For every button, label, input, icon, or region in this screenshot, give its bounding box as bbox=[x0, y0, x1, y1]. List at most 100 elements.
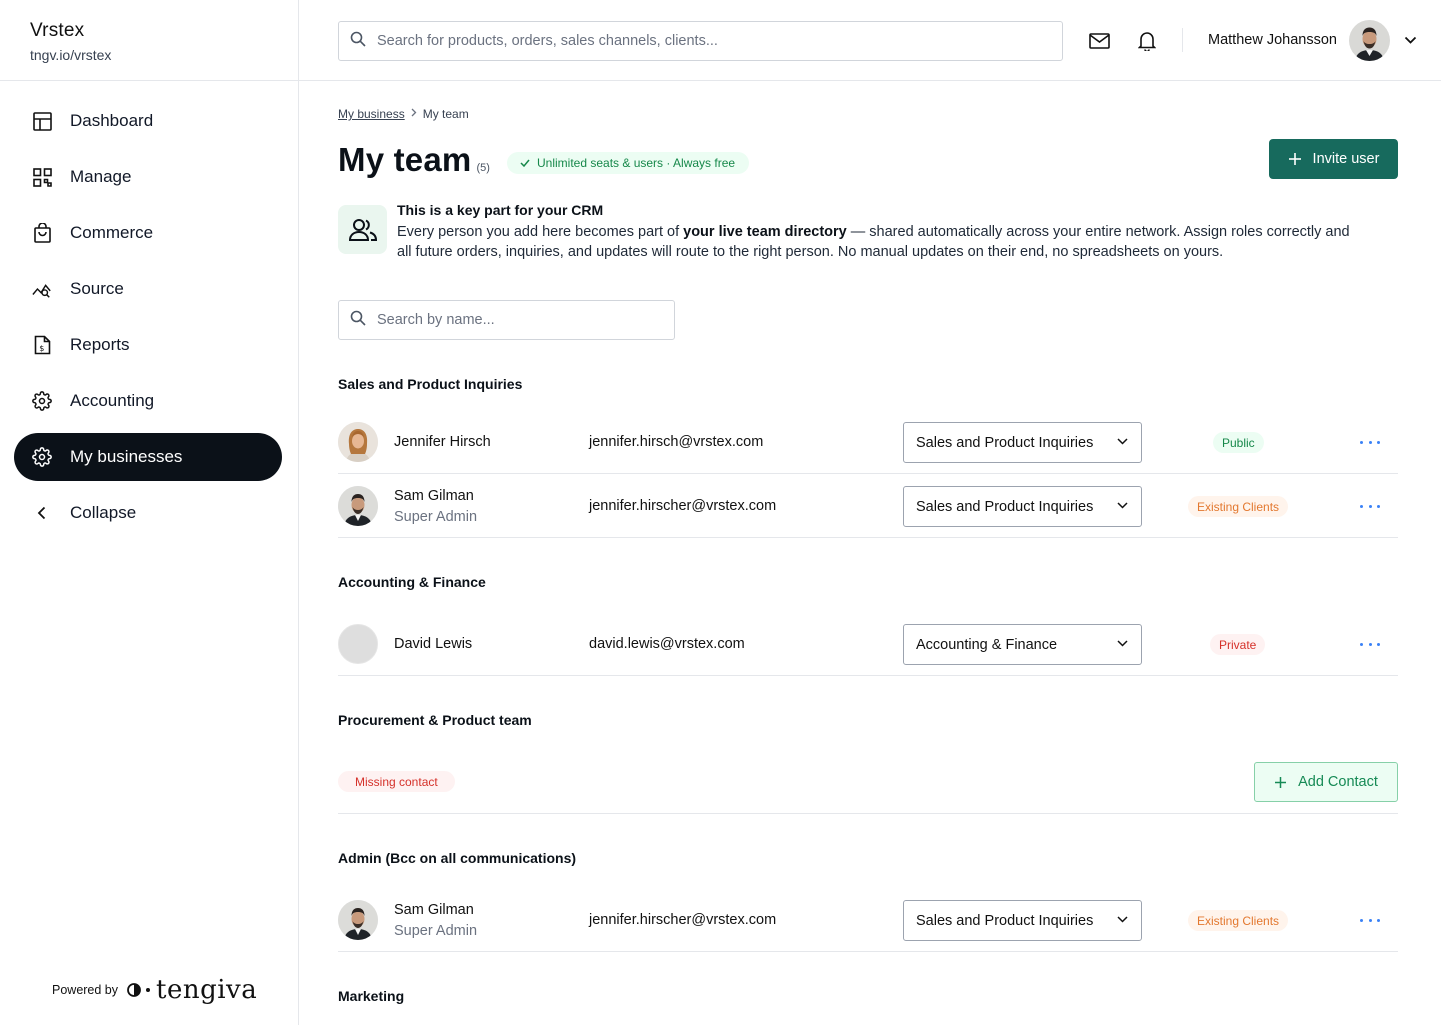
global-search[interactable] bbox=[338, 21, 1063, 61]
sidebar-item-commerce[interactable]: Commerce bbox=[14, 209, 282, 257]
top-bar: Matthew Johansson bbox=[299, 0, 1441, 81]
procurement-row: Missing contact Add Contact bbox=[338, 748, 1398, 814]
sidebar-item-reports[interactable]: $ Reports bbox=[14, 321, 282, 369]
team-row: Sam Gilman Super Admin jennifer.hirscher… bbox=[338, 474, 1398, 538]
brand-url: tngv.io/vrstex bbox=[30, 47, 112, 63]
visibility-badge: Existing Clients bbox=[1188, 910, 1289, 931]
department-select[interactable]: Sales and Product Inquiries bbox=[903, 422, 1142, 463]
sidebar-item-label: Commerce bbox=[70, 223, 154, 242]
sidebar-item-source[interactable]: Source bbox=[14, 265, 282, 313]
brand-block[interactable]: Vrstex tngv.io/vrstex bbox=[0, 0, 298, 81]
callout-title: This is a key part for your CRM bbox=[397, 202, 604, 218]
breadcrumb-current: My team bbox=[422, 107, 469, 121]
sidebar-item-label: Manage bbox=[70, 167, 132, 186]
divider bbox=[1182, 28, 1183, 52]
sidebar-item-label: Source bbox=[70, 279, 124, 298]
callout-text: Every person you add here becomes part o… bbox=[397, 222, 1357, 262]
mail-icon[interactable] bbox=[1088, 30, 1110, 52]
missing-contact-badge: Missing contact bbox=[338, 771, 455, 792]
sidebar-item-label: Dashboard bbox=[70, 111, 154, 130]
chevron-left-icon bbox=[32, 503, 52, 523]
member-name: Sam Gilman bbox=[394, 488, 474, 504]
visibility-badge: Existing Clients bbox=[1188, 496, 1289, 517]
bell-icon[interactable] bbox=[1136, 30, 1158, 52]
grid-icon bbox=[32, 167, 52, 187]
trend-icon bbox=[32, 279, 52, 299]
users-icon bbox=[338, 205, 387, 254]
gear-icon bbox=[32, 447, 52, 467]
team-search[interactable] bbox=[338, 300, 675, 340]
more-options-icon[interactable] bbox=[1360, 636, 1380, 652]
department-select[interactable]: Accounting & Finance bbox=[903, 624, 1142, 665]
chevron-down-icon bbox=[1117, 916, 1128, 923]
page-title: My team bbox=[338, 141, 472, 178]
team-row: Sam Gilman Super Admin jennifer.hirscher… bbox=[338, 888, 1398, 952]
seats-badge: Unlimited seats & users · Always free bbox=[507, 152, 750, 174]
team-row: David Lewis david.lewis@vrstex.com Accou… bbox=[338, 612, 1398, 676]
avatar bbox=[338, 486, 378, 526]
chevron-down-icon[interactable] bbox=[1404, 32, 1417, 50]
section-title-procurement: Procurement & Product team bbox=[338, 712, 532, 728]
section-title-accounting: Accounting & Finance bbox=[338, 574, 486, 590]
chevron-down-icon bbox=[1117, 502, 1128, 509]
brand-name: Vrstex bbox=[30, 20, 85, 41]
add-contact-label: Add Contact bbox=[1298, 774, 1378, 790]
section-title-marketing: Marketing bbox=[338, 988, 405, 1004]
department-select[interactable]: Sales and Product Inquiries bbox=[903, 486, 1142, 527]
sidebar-item-manage[interactable]: Manage bbox=[14, 153, 282, 201]
dashboard-icon bbox=[32, 111, 52, 131]
team-row: Jennifer Hirsch jennifer.hirsch@vrstex.c… bbox=[338, 410, 1398, 474]
search-icon bbox=[350, 31, 366, 52]
member-count: (5) bbox=[476, 162, 490, 174]
plus-icon bbox=[1288, 153, 1301, 165]
search-icon bbox=[350, 310, 366, 331]
more-options-icon[interactable] bbox=[1360, 912, 1380, 928]
department-select[interactable]: Sales and Product Inquiries bbox=[903, 900, 1142, 941]
chevron-down-icon bbox=[1117, 438, 1128, 445]
user-name[interactable]: Matthew Johansson bbox=[1208, 32, 1337, 48]
member-email: jennifer.hirscher@vrstex.com bbox=[589, 498, 777, 514]
team-search-input[interactable] bbox=[377, 312, 669, 328]
breadcrumb-link-my-business[interactable]: My business bbox=[338, 107, 405, 121]
avatar bbox=[338, 422, 378, 462]
member-email: jennifer.hirscher@vrstex.com bbox=[589, 912, 777, 928]
department-select-value: Sales and Product Inquiries bbox=[916, 498, 1094, 515]
gear-icon bbox=[32, 391, 52, 411]
add-contact-button[interactable]: Add Contact bbox=[1254, 762, 1398, 802]
sidebar-item-label: Reports bbox=[70, 335, 130, 354]
department-select-value: Sales and Product Inquiries bbox=[916, 434, 1094, 451]
tengiva-logo: tengiva bbox=[126, 975, 257, 1005]
powered-by-label: Powered by bbox=[52, 983, 119, 997]
sidebar-item-accounting[interactable]: Accounting bbox=[14, 377, 282, 425]
member-name: David Lewis bbox=[394, 636, 473, 652]
tengiva-logo-text: tengiva bbox=[156, 975, 258, 1005]
member-email: david.lewis@vrstex.com bbox=[589, 636, 745, 652]
avatar bbox=[338, 624, 378, 664]
section-title-admin: Admin (Bcc on all communications) bbox=[338, 850, 577, 866]
member-email: jennifer.hirsch@vrstex.com bbox=[589, 434, 764, 450]
sidebar-item-label: My businesses bbox=[70, 447, 183, 466]
user-avatar[interactable] bbox=[1349, 20, 1390, 61]
sidebar-nav: Dashboard Manage Commerce Source $ Repor… bbox=[14, 97, 282, 545]
check-icon bbox=[520, 159, 530, 167]
visibility-badge: Private bbox=[1210, 634, 1266, 655]
powered-by: Powered by tengiva bbox=[52, 975, 257, 1005]
page-header: My team (5) bbox=[338, 141, 490, 179]
avatar bbox=[338, 900, 378, 940]
section-title-sales: Sales and Product Inquiries bbox=[338, 376, 523, 392]
member-name: Sam Gilman bbox=[394, 902, 474, 918]
more-options-icon[interactable] bbox=[1360, 434, 1380, 450]
member-role: Super Admin bbox=[394, 509, 478, 525]
department-select-value: Accounting & Finance bbox=[916, 636, 1058, 653]
more-options-icon[interactable] bbox=[1360, 498, 1380, 514]
sidebar-item-dashboard[interactable]: Dashboard bbox=[14, 97, 282, 145]
chevron-right-icon bbox=[411, 108, 417, 120]
sidebar-item-collapse[interactable]: Collapse bbox=[14, 489, 282, 537]
global-search-input[interactable] bbox=[377, 33, 1018, 49]
sidebar-item-label: Accounting bbox=[70, 391, 155, 410]
invite-user-button[interactable]: Invite user bbox=[1269, 139, 1398, 179]
sidebar: Vrstex tngv.io/vrstex Dashboard Manage C… bbox=[0, 0, 299, 1025]
sidebar-item-my-businesses[interactable]: My businesses bbox=[14, 433, 282, 481]
shopping-bag-icon bbox=[32, 223, 52, 243]
callout-text-start: Every person you add here becomes part o… bbox=[397, 224, 684, 240]
